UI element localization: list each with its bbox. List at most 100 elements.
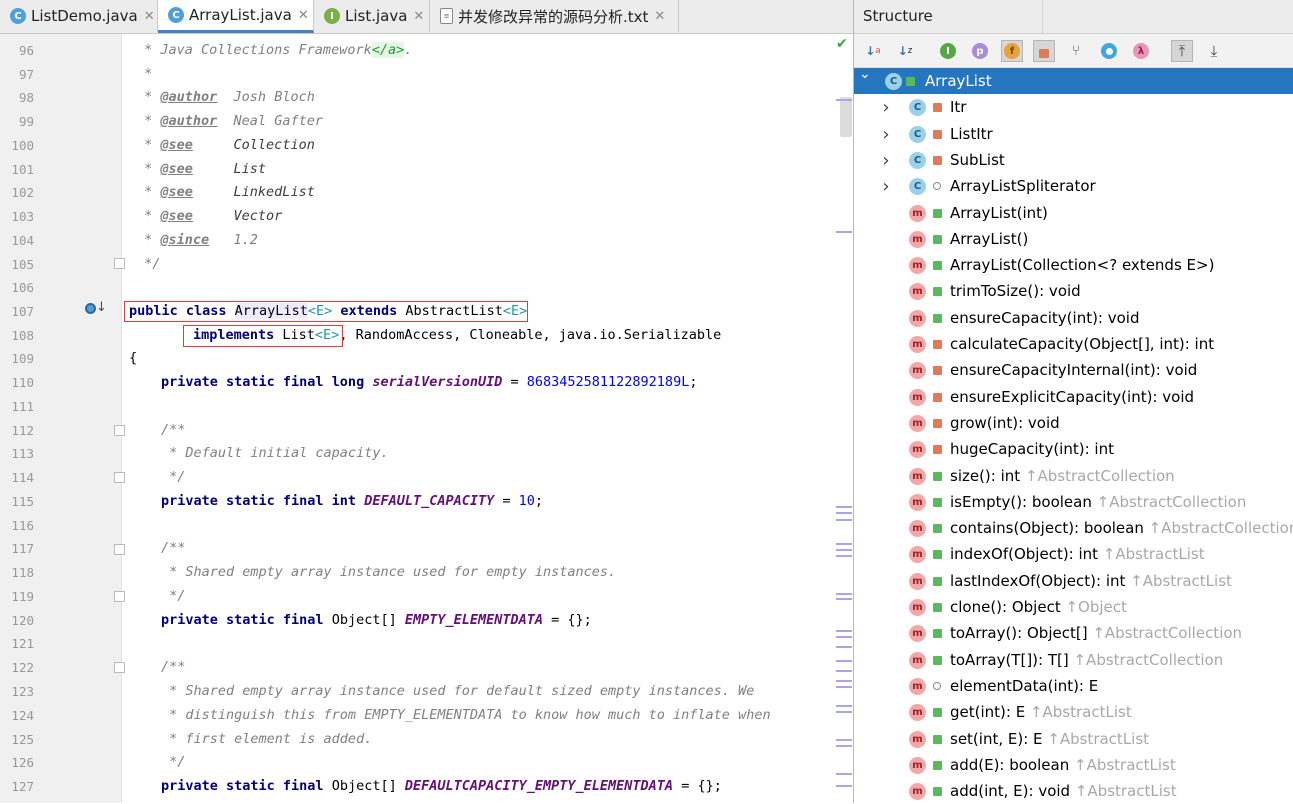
tab-arraylist[interactable]: C ArrayList.java ✕	[158, 0, 314, 33]
close-icon[interactable]: ✕	[144, 9, 155, 24]
fold-marker-icon[interactable]	[114, 662, 125, 673]
stripe-marker[interactable]	[836, 519, 852, 521]
stripe-marker[interactable]	[836, 705, 852, 707]
fold-marker-icon[interactable]	[114, 258, 125, 269]
stripe-marker[interactable]	[836, 711, 852, 713]
stripe-marker[interactable]	[836, 785, 852, 787]
comment-text: *	[136, 137, 161, 153]
show-inherited-icon[interactable]: I	[937, 40, 959, 62]
circle-icon[interactable]	[1098, 40, 1120, 62]
close-icon[interactable]: ✕	[298, 8, 309, 23]
show-fields-icon[interactable]: f	[1001, 40, 1023, 62]
autoscroll-from-source-icon[interactable]: ⤓	[1203, 40, 1225, 62]
close-icon[interactable]: ✕	[413, 9, 424, 24]
stripe-marker[interactable]	[836, 593, 852, 595]
structure-class-node[interactable]: › C ListItr	[854, 121, 1293, 147]
code-line: private static final Object[] EMPTY_ELEM…	[161, 609, 592, 632]
stripe-marker[interactable]	[836, 670, 852, 672]
fold-marker-icon[interactable]	[114, 544, 125, 555]
structure-member-node[interactable]: m ensureExplicitCapacity(int): void	[854, 384, 1293, 410]
stripe-marker[interactable]	[836, 231, 852, 233]
structure-member-node[interactable]: m elementData(int): E	[854, 673, 1293, 699]
stripe-marker[interactable]	[836, 773, 852, 775]
stripe-marker[interactable]	[836, 543, 852, 545]
structure-member-node[interactable]: m toArray(T[]): T[] ↑AbstractCollection	[854, 647, 1293, 673]
method-icon: m	[909, 519, 926, 537]
stripe-marker[interactable]	[836, 739, 852, 741]
stripe-marker[interactable]	[836, 686, 852, 688]
stripe-marker[interactable]	[836, 555, 852, 557]
stripe-marker[interactable]	[836, 660, 852, 662]
tab-list[interactable]: I List.java ✕	[314, 0, 430, 32]
structure-member-node[interactable]: m contains(Object): boolean ↑AbstractColl…	[854, 515, 1293, 541]
implemented-method-icon[interactable]	[85, 303, 96, 314]
structure-member-node[interactable]: m ArrayList()	[854, 226, 1293, 252]
comment-text: *	[136, 66, 153, 82]
structure-member-node[interactable]: m isEmpty(): boolean ↑AbstractCollection	[854, 489, 1293, 515]
structure-member-node[interactable]: m add(int, E): void ↑AbstractList	[854, 778, 1293, 804]
close-icon[interactable]: ✕	[654, 9, 665, 24]
stripe-marker[interactable]	[836, 680, 852, 682]
code-line: * @see LinkedList	[136, 181, 315, 204]
public-visibility-icon	[933, 234, 942, 244]
fold-marker-icon[interactable]	[114, 472, 125, 483]
show-properties-icon[interactable]: p	[969, 40, 991, 62]
structure-class-node[interactable]: ⌄ C ArrayList	[854, 66, 1293, 94]
stripe-marker[interactable]	[836, 598, 852, 600]
show-non-public-icon[interactable]	[1033, 40, 1055, 62]
stripe-marker[interactable]	[836, 99, 852, 101]
structure-member-node[interactable]: m grow(int): void	[854, 410, 1293, 436]
structure-member-node[interactable]: m ArrayList(int)	[854, 200, 1293, 226]
code-line: * Default initial capacity.	[161, 442, 388, 465]
method-icon: m	[909, 703, 926, 721]
structure-member-node[interactable]: m ArrayList(Collection<? extends E>)	[854, 252, 1293, 278]
chevron-right-icon[interactable]: ›	[881, 150, 891, 171]
public-visibility-icon	[933, 707, 942, 717]
structure-member-node[interactable]: m indexOf(Object): int ↑AbstractList	[854, 541, 1293, 567]
structure-node-label: toArray(): Object[] ↑AbstractCollection	[950, 624, 1242, 642]
structure-member-node[interactable]: m clone(): Object ↑Object	[854, 594, 1293, 620]
stripe-marker[interactable]	[836, 636, 852, 638]
structure-member-node[interactable]: m lastIndexOf(Object): int ↑AbstractList	[854, 568, 1293, 594]
show-lambdas-icon[interactable]: λ	[1130, 40, 1152, 62]
show-anonymous-icon[interactable]: ⑂	[1065, 40, 1087, 62]
structure-member-node[interactable]: m toArray(): Object[] ↑AbstractCollection	[854, 620, 1293, 646]
structure-member-node[interactable]: m size(): int ↑AbstractCollection	[854, 463, 1293, 489]
stripe-marker[interactable]	[836, 745, 852, 747]
stripe-marker[interactable]	[836, 512, 852, 514]
chevron-right-icon[interactable]: ›	[881, 97, 891, 118]
chevron-right-icon[interactable]: ›	[881, 124, 891, 145]
comment-text: */	[136, 256, 161, 272]
stripe-marker[interactable]	[836, 549, 852, 551]
fold-marker-icon[interactable]	[114, 425, 125, 436]
comment-text: Vector	[192, 208, 283, 224]
stripe-marker[interactable]	[836, 646, 852, 648]
type-name: Object[]	[331, 612, 405, 628]
stripe-marker[interactable]	[836, 506, 852, 508]
structure-member-node[interactable]: m calculateCapacity(Object[], int): int	[854, 331, 1293, 357]
sort-by-type-icon[interactable]: ↓ a	[862, 40, 884, 62]
structure-member-node[interactable]: m set(int, E): E ↑AbstractList	[854, 726, 1293, 752]
structure-class-node[interactable]: › C SubList	[854, 147, 1293, 173]
class-icon: C	[10, 8, 26, 24]
stripe-marker[interactable]	[836, 630, 852, 632]
structure-class-node[interactable]: › C ArrayListSpliterator	[854, 173, 1293, 199]
structure-member-node[interactable]: m add(E): boolean ↑AbstractList	[854, 752, 1293, 778]
structure-member-node[interactable]: m ensureCapacityInternal(int): void	[854, 357, 1293, 383]
chevron-down-icon[interactable]: ⌄	[859, 66, 871, 82]
autoscroll-to-source-icon[interactable]: ⤒	[1171, 40, 1193, 62]
method-icon: m	[909, 282, 926, 300]
fold-marker-icon[interactable]	[114, 591, 125, 602]
structure-member-node[interactable]: m ensureCapacity(int): void	[854, 305, 1293, 331]
tab-txt-file[interactable]: ≡ 并发修改异常的源码分析.txt ✕	[430, 0, 679, 32]
structure-member-node[interactable]: m hugeCapacity(int): int	[854, 436, 1293, 462]
chevron-right-icon[interactable]: ›	[881, 176, 891, 197]
tab-listdemo[interactable]: C ListDemo.java ✕	[0, 0, 158, 32]
comment-text: * first element is added.	[161, 731, 373, 747]
structure-member-node[interactable]: m get(int): E ↑AbstractList	[854, 699, 1293, 725]
member-signature: ArrayList()	[950, 230, 1029, 248]
sort-alpha-icon[interactable]: ↓ z	[894, 40, 916, 62]
structure-member-node[interactable]: m trimToSize(): void	[854, 278, 1293, 304]
structure-class-node[interactable]: › C Itr	[854, 94, 1293, 120]
scrollbar-thumb[interactable]	[840, 97, 852, 137]
